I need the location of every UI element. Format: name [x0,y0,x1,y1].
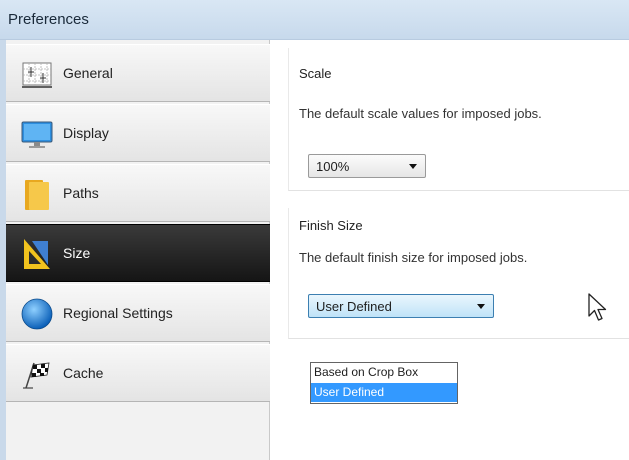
preferences-content: Scale The default scale values for impos… [270,40,629,460]
grid-ruler-icon [22,62,52,88]
scale-group: Scale The default scale values for impos… [288,48,629,191]
finish-size-select[interactable]: User Defined [308,294,494,318]
chevron-down-icon [409,164,417,169]
set-square-icon [24,239,50,269]
finish-size-group: Finish Size The default finish size for … [288,208,629,339]
sidebar-item-regional-settings[interactable]: Regional Settings [6,284,270,342]
scale-title: Scale [299,66,332,81]
finish-size-select-value: User Defined [316,299,392,314]
sidebar-item-label: General [63,65,113,81]
sidebar-item-paths[interactable]: Paths [6,164,270,222]
sidebar-item-general[interactable]: General [6,44,270,102]
sidebar-item-display[interactable]: Display [6,104,270,162]
finish-size-description: The default finish size for imposed jobs… [299,250,528,265]
globe-icon [21,298,53,330]
chevron-down-icon [477,304,485,309]
title-bar: Preferences [0,0,629,40]
scale-select[interactable]: 100% [308,154,426,178]
sidebar-item-size[interactable]: Size [6,224,270,282]
dropdown-option-user-defined[interactable]: User Defined [311,383,457,402]
window-title: Preferences [8,11,89,28]
mouse-pointer-icon [588,293,607,321]
sidebar-item-label: Cache [63,365,104,381]
monitor-icon [21,121,53,148]
sidebar-item-label: Size [63,245,91,261]
finish-size-dropdown-list: Based on Crop Box User Defined [310,362,458,404]
finish-size-title: Finish Size [299,218,363,233]
scale-description: The default scale values for imposed job… [299,106,542,121]
preferences-sidebar: General Display Paths Size Regional Sett… [6,40,270,460]
sidebar-item-label: Regional Settings [63,305,173,321]
sidebar-item-label: Display [63,125,109,141]
folder-icon [25,180,49,210]
sidebar-item-label: Paths [63,185,99,201]
dropdown-option-based-on-crop-box[interactable]: Based on Crop Box [311,363,457,382]
sidebar-item-cache[interactable]: Cache [6,344,270,402]
checkered-flag-icon [23,362,50,389]
scale-select-value: 100% [316,159,350,174]
